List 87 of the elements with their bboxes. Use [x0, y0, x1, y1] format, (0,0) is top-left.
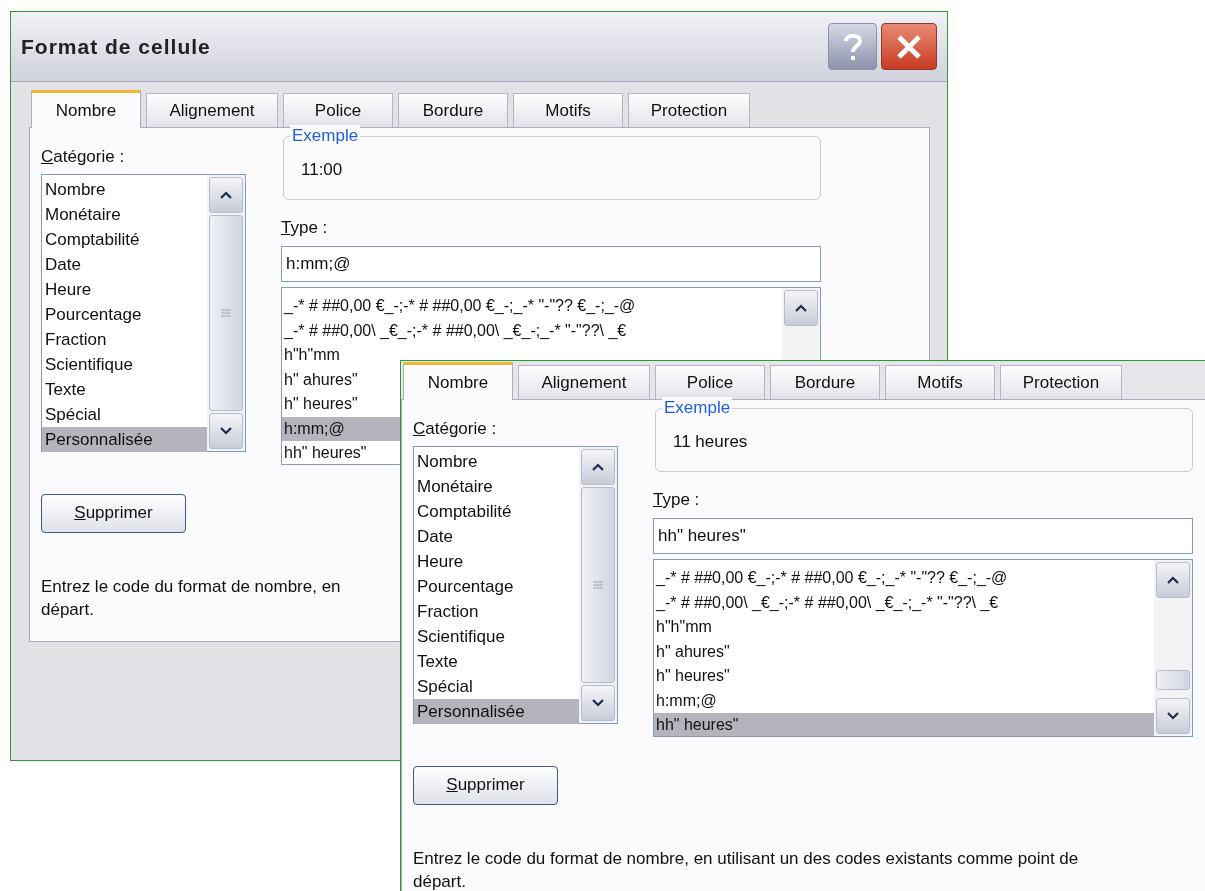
tab[interactable]: Bordure	[398, 93, 508, 127]
scroll-up-button[interactable]	[581, 448, 615, 485]
type-label: Type :	[653, 489, 700, 511]
category-item[interactable]: Texte	[414, 648, 579, 674]
grip-icon	[593, 580, 603, 589]
type-label: Type :	[281, 217, 328, 239]
scroll-down-button[interactable]	[1156, 698, 1190, 734]
scrollbar[interactable]	[1154, 560, 1192, 736]
category-item[interactable]: Comptabilité	[42, 226, 207, 252]
tab[interactable]: Nombre	[31, 90, 141, 128]
description-text: Entrez le code du format de nombre, en	[41, 575, 341, 598]
scroll-thumb[interactable]	[581, 486, 615, 683]
format-item[interactable]: _-* # ##0,00 €_-;-* # ##0,00 €_-;_-* "-"?? €_-;_-@	[282, 294, 782, 319]
category-item[interactable]: Heure	[42, 276, 207, 302]
chevron-down-icon	[220, 426, 232, 435]
category-item[interactable]: Fraction	[42, 326, 207, 352]
scrollbar[interactable]	[207, 174, 245, 451]
chevron-up-icon	[592, 462, 604, 471]
tab[interactable]: Alignement	[146, 93, 278, 127]
category-label: Catégorie :	[413, 418, 497, 440]
format-item[interactable]: h" heures"	[654, 664, 1154, 689]
format-item[interactable]: _-* # ##0,00 €_-;-* # ##0,00 €_-;_-* "-"?? €_-;_-@	[654, 566, 1154, 591]
type-input[interactable]: hh" heures"	[653, 518, 1193, 554]
format-item[interactable]: h"h"mm	[654, 615, 1154, 640]
category-item[interactable]: Spécial	[414, 673, 579, 699]
format-item[interactable]: h:mm;@	[654, 688, 1154, 713]
scroll-down-button[interactable]	[581, 684, 615, 721]
category-item[interactable]: Heure	[414, 548, 579, 574]
category-item[interactable]: Date	[414, 523, 579, 549]
scroll-up-button[interactable]	[784, 290, 818, 326]
category-item[interactable]: Date	[42, 251, 207, 277]
category-item[interactable]: Fraction	[414, 598, 579, 624]
category-item[interactable]: Scientifique	[414, 623, 579, 649]
question-mark-icon	[843, 31, 862, 62]
format-item[interactable]: _-* # ##0,00\ _€_-;-* # ##0,00\ _€_-;_-* "-"??\ _€	[282, 318, 782, 343]
example-label: Exemple	[662, 397, 733, 419]
format-item[interactable]: _-* # ##0,00\ _€_-;-* # ##0,00\ _€_-;_-* "-"??\ _€	[654, 590, 1154, 615]
tab[interactable]: Protection	[628, 93, 750, 127]
example-value: 11 heures	[673, 431, 748, 453]
category-list[interactable]: Nombre Monétaire Comptabilité Date Heure Pourcentage Fraction Scientifique Texte Spécial Personnalisée	[41, 173, 246, 452]
scrollbar[interactable]	[579, 446, 617, 723]
format-item[interactable]: h" ahures"	[654, 639, 1154, 664]
category-item[interactable]: Personnalisée	[42, 426, 207, 452]
grip-icon	[221, 308, 231, 317]
tab[interactable]: Bordure	[770, 365, 880, 399]
tab[interactable]: Nombre	[403, 362, 513, 400]
tab[interactable]: Motifs	[513, 93, 623, 127]
scroll-up-button[interactable]	[209, 176, 243, 213]
close-icon	[895, 32, 923, 61]
scroll-thumb[interactable]	[209, 214, 243, 411]
category-item[interactable]: Comptabilité	[414, 498, 579, 524]
category-item[interactable]: Pourcentage	[414, 573, 579, 599]
example-label: Exemple	[290, 125, 361, 147]
chevron-down-icon	[1167, 712, 1179, 720]
tab[interactable]: Protection	[1000, 365, 1122, 399]
chevron-up-icon	[1167, 576, 1179, 584]
tab[interactable]: Motifs	[885, 365, 995, 399]
example-value: 11:00	[301, 159, 343, 181]
chevron-down-icon	[592, 698, 604, 707]
category-item[interactable]: Texte	[42, 376, 207, 402]
tab[interactable]: Police	[283, 93, 393, 127]
window-title: Format de cellule	[21, 33, 211, 60]
category-item[interactable]: Monétaire	[414, 473, 579, 499]
category-label: Catégorie :	[41, 146, 125, 168]
category-item[interactable]: Scientifique	[42, 351, 207, 377]
tab[interactable]: Police	[655, 365, 765, 399]
category-item[interactable]: Spécial	[42, 401, 207, 427]
description-text: départ.	[41, 598, 94, 621]
delete-button[interactable]: Supprimer	[41, 493, 186, 533]
category-item[interactable]: Monétaire	[42, 201, 207, 227]
close-button[interactable]	[881, 23, 937, 70]
scroll-thumb[interactable]	[1156, 670, 1190, 690]
category-item[interactable]: Personnalisée	[414, 698, 579, 724]
format-item[interactable]: hh" heures"	[654, 713, 1154, 736]
category-item[interactable]: Pourcentage	[42, 301, 207, 327]
chevron-up-icon	[220, 190, 232, 199]
type-input[interactable]: h:mm;@	[281, 246, 821, 282]
category-list[interactable]: Nombre Monétaire Comptabilité Date Heure Pourcentage Fraction Scientifique Texte Spécial Personnalisée	[413, 445, 618, 724]
format-list[interactable]: _-* # ##0,00 €_-;-* # ##0,00 €_-;_-* "-"?? €_-;_-@ _-* # ##0,00\ _€_-;-* # ##0,00\ _€_-;_-* "-"??\ _€ h"h"mm h" ahures" h" heures" h:mm;@ hh" heures"	[653, 559, 1193, 737]
scroll-up-button[interactable]	[1156, 562, 1190, 598]
description-text: départ.	[413, 870, 466, 891]
chevron-up-icon	[795, 304, 807, 312]
description-text: Entrez le code du format de nombre, en utilisant un des codes existants comme point de	[413, 847, 1079, 870]
delete-button[interactable]: Supprimer	[413, 765, 558, 805]
category-item[interactable]: Nombre	[42, 176, 207, 202]
scroll-down-button[interactable]	[209, 412, 243, 449]
tab[interactable]: Alignement	[518, 365, 650, 399]
